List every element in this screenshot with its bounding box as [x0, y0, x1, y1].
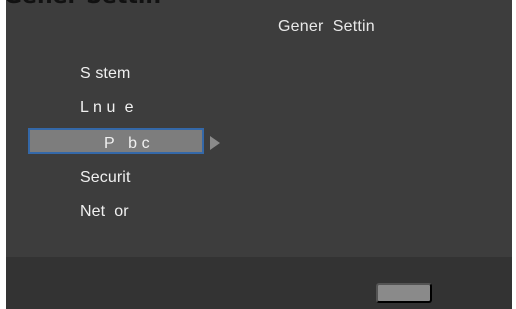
- submenu-arrow-icon: [210, 136, 220, 150]
- settings-menu: S stem L n u e P b c Securit Net or: [6, 0, 512, 250]
- menu-item-public-selected[interactable]: P b c: [28, 128, 204, 154]
- menu-item-label: Securit: [80, 169, 131, 186]
- menu-item-label: Net or: [80, 203, 129, 220]
- menu-item-network[interactable]: Net or: [6, 198, 236, 226]
- footer-action-button[interactable]: [376, 283, 432, 303]
- menu-item-security[interactable]: Securit: [6, 164, 236, 192]
- menu-item-system[interactable]: S stem: [6, 60, 236, 88]
- menu-item-language[interactable]: L n u e: [6, 94, 236, 122]
- settings-window: Gener Settin Gener Settin S stem L n u e…: [6, 0, 512, 309]
- menu-item-label: S stem: [80, 65, 131, 82]
- menu-item-label: L n u e: [80, 99, 134, 116]
- menu-item-label: P b c: [104, 135, 150, 152]
- footer-bar: [6, 257, 512, 309]
